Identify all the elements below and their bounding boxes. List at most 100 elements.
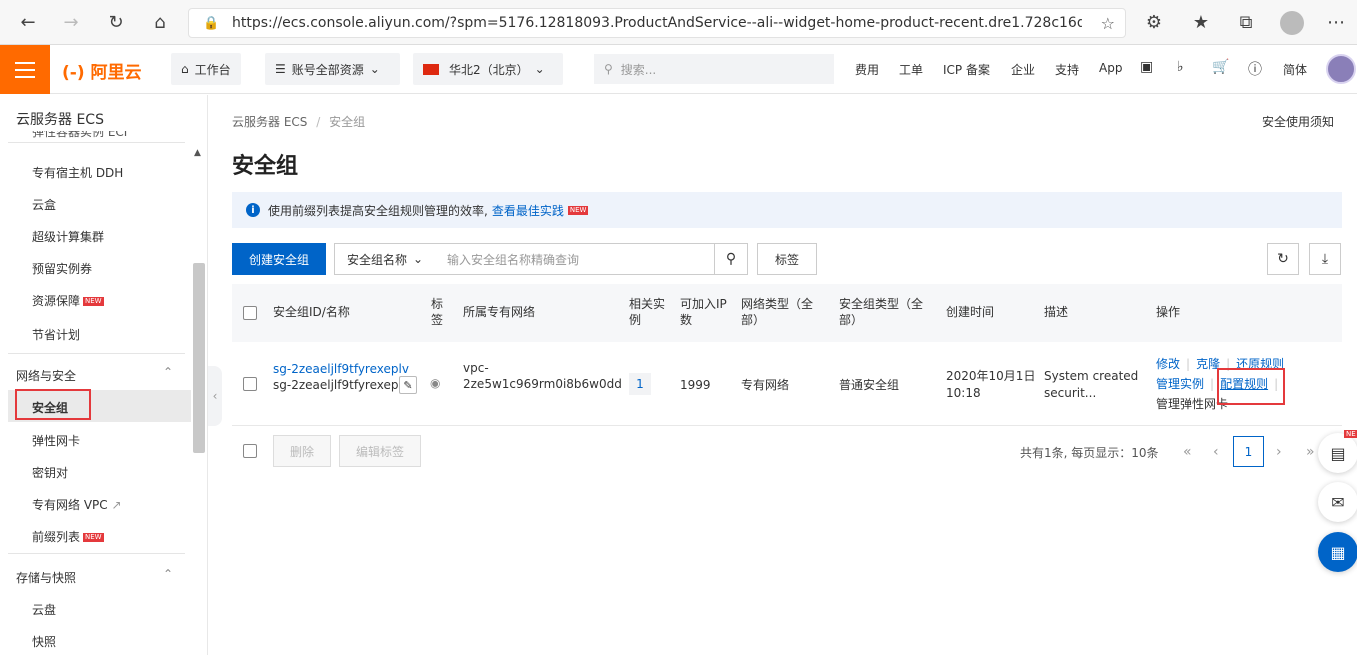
collapse-sidebar-handle[interactable]: ‹ xyxy=(208,366,222,426)
related-instances-count[interactable]: 1 xyxy=(629,373,651,395)
prev-page-icon[interactable]: ‹ xyxy=(1213,444,1219,460)
col-vpc: 所属专有网络 xyxy=(463,305,536,319)
breadcrumb: 云服务器 ECS / 安全组 xyxy=(232,113,365,130)
apps-float-icon[interactable]: ▦ xyxy=(1318,532,1357,572)
sidebar-item-savings[interactable]: 节省计划 xyxy=(32,326,80,343)
chevron-down-icon: ⌄ xyxy=(413,252,424,266)
sidebar-group-storage[interactable]: 存储与快照 xyxy=(16,569,76,586)
first-page-icon[interactable]: « xyxy=(1183,444,1192,460)
filter-field-select[interactable]: 安全组名称 ⌄ xyxy=(334,243,436,275)
user-avatar[interactable] xyxy=(1326,54,1356,84)
sidebar-item-eci[interactable]: 弹性容器实例 ECI xyxy=(32,131,127,141)
sg-type-value: 普通安全组 xyxy=(839,378,900,392)
created-date: 2020年10月1日 xyxy=(946,369,1036,383)
chat-float-icon[interactable]: ✉ xyxy=(1318,482,1357,522)
edit-tags-button[interactable]: 编辑标签 xyxy=(339,435,421,467)
menu-icon[interactable] xyxy=(0,45,50,94)
sidebar-scrollbar[interactable] xyxy=(193,263,205,453)
sidebar-item-snapshot[interactable]: 快照 xyxy=(32,633,56,650)
search-icon: ⚲ xyxy=(604,62,613,76)
url-text: https://ecs.console.aliyun.com/?spm=5176… xyxy=(232,15,1082,31)
sidebar-group-network[interactable]: 网络与安全 xyxy=(16,367,76,384)
chevron-up-icon[interactable]: ⌃ xyxy=(163,365,173,379)
reload-icon[interactable]: ↻ xyxy=(102,8,130,36)
terminal-icon[interactable]: ▣ xyxy=(1140,59,1153,75)
nav-tickets[interactable]: 工单 xyxy=(899,61,923,78)
last-page-icon[interactable]: » xyxy=(1306,444,1315,460)
current-page-button[interactable]: 1 xyxy=(1233,436,1264,467)
sidebar-item-reserved[interactable]: 预留实例券 xyxy=(32,260,92,277)
download-icon[interactable]: ⤓ xyxy=(1309,243,1341,275)
favorites-icon[interactable]: ★ xyxy=(1187,8,1215,36)
sidebar-item-eni[interactable]: 弹性网卡 xyxy=(32,432,80,449)
tag-filter-button[interactable]: 标签 xyxy=(757,243,817,275)
sidebar-item-resource-guarantee[interactable]: 资源保障 NEW xyxy=(32,292,104,309)
more-icon[interactable]: ⋯ xyxy=(1322,8,1350,36)
next-page-icon[interactable]: › xyxy=(1276,444,1282,460)
region-select[interactable]: 华北2（北京） ⌄ xyxy=(413,53,563,85)
notebook-float-icon[interactable]: ▤ xyxy=(1318,433,1357,473)
china-flag-icon xyxy=(423,63,439,75)
search-placeholder: 搜索... xyxy=(620,62,657,77)
chevron-up-icon[interactable]: ⌃ xyxy=(163,567,173,581)
footer-select-all-checkbox[interactable] xyxy=(243,444,257,458)
manage-instances-link[interactable]: 管理实例 xyxy=(1156,377,1204,391)
info-alert: i 使用前缀列表提高安全组规则管理的效率, 查看最佳实践 NEW xyxy=(232,192,1342,228)
nav-fees[interactable]: 费用 xyxy=(855,61,879,78)
row-checkbox[interactable] xyxy=(243,377,257,391)
aliyun-logo[interactable]: (-) 阿里云 xyxy=(62,58,142,83)
breadcrumb-root[interactable]: 云服务器 ECS xyxy=(232,115,307,129)
global-search[interactable]: ⚲ 搜索... xyxy=(594,54,834,84)
col-ip-capacity: 可加入IP数 xyxy=(680,297,727,327)
nav-icp[interactable]: ICP 备案 xyxy=(943,61,990,78)
ip-capacity-value: 1999 xyxy=(680,378,711,392)
modify-link[interactable]: 修改 xyxy=(1156,357,1180,371)
delete-button[interactable]: 删除 xyxy=(273,435,331,467)
sg-id-link[interactable]: sg-2zeaeljlf9tfyrexeplv xyxy=(273,361,409,377)
create-security-group-button[interactable]: 创建安全组 xyxy=(232,243,326,275)
scroll-up-icon[interactable]: ▲ xyxy=(194,148,201,158)
favorite-icon[interactable]: ☆ xyxy=(1101,14,1115,33)
forward-icon[interactable]: → xyxy=(57,8,85,36)
sidebar-item-vpc[interactable]: 专有网络 VPC ↗ xyxy=(32,496,122,513)
bell-icon[interactable]: ♭ xyxy=(1177,59,1184,75)
home-icon[interactable]: ⌂ xyxy=(146,8,174,36)
address-bar[interactable]: 🔒 https://ecs.console.aliyun.com/?spm=51… xyxy=(188,8,1126,38)
security-notice-link[interactable]: 安全使用须知 xyxy=(1262,113,1334,130)
best-practice-link[interactable]: 查看最佳实践 xyxy=(492,202,564,219)
search-icon[interactable]: ⚲ xyxy=(714,243,748,275)
back-icon[interactable]: ← xyxy=(14,8,42,36)
refresh-icon[interactable]: ↻ xyxy=(1267,243,1299,275)
description-line1: System created xyxy=(1044,369,1139,383)
workbench-button[interactable]: ⌂ 工作台 xyxy=(171,53,241,85)
profile-avatar[interactable] xyxy=(1280,11,1304,35)
pagination-total: 共有1条, 每页显示：10条 xyxy=(1020,446,1159,460)
cart-icon[interactable]: 🛒 xyxy=(1212,59,1229,75)
language-toggle[interactable]: 简体 xyxy=(1283,61,1307,78)
help-icon[interactable]: ⓘ xyxy=(1248,59,1262,79)
sidebar-item-supercompute[interactable]: 超级计算集群 xyxy=(32,228,104,245)
filter-search-input[interactable]: 输入安全组名称精确查询 xyxy=(435,243,715,275)
vpc-id: 2ze5w1c969rm0i8b6w0dd xyxy=(463,377,622,391)
col-ops: 操作 xyxy=(1156,305,1181,319)
nav-enterprise[interactable]: 企业 xyxy=(1011,61,1035,78)
sidebar-item-ddh[interactable]: 专有宿主机 DDH xyxy=(32,164,123,181)
nav-support[interactable]: 支持 xyxy=(1055,61,1079,78)
sidebar-item-disk[interactable]: 云盘 xyxy=(32,601,56,618)
collections-icon[interactable]: ⧉ xyxy=(1232,8,1260,36)
vpc-prefix: vpc- xyxy=(463,361,489,375)
sidebar-item-keypair[interactable]: 密钥对 xyxy=(32,464,68,481)
extensions-icon[interactable]: ⚙ xyxy=(1140,8,1168,36)
sidebar-item-prefix-list[interactable]: 前缀列表 NEW xyxy=(32,528,104,545)
select-all-checkbox[interactable] xyxy=(243,306,257,320)
nav-app[interactable]: App xyxy=(1099,61,1122,75)
tag-icon[interactable]: ◉ xyxy=(430,375,440,391)
edit-name-icon[interactable]: ✎ xyxy=(399,376,417,394)
highlight-box xyxy=(15,389,91,420)
external-link-icon: ↗ xyxy=(111,498,122,512)
col-sg-type[interactable]: 安全组类型（全部） xyxy=(839,296,927,328)
account-resources-select[interactable]: ☰ 账号全部资源 ⌄ xyxy=(265,53,400,85)
sidebar-item-label: 专有网络 VPC xyxy=(32,498,108,512)
col-network-type[interactable]: 网络类型（全部） xyxy=(741,296,817,328)
sidebar-item-cloudbox[interactable]: 云盒 xyxy=(32,196,56,213)
